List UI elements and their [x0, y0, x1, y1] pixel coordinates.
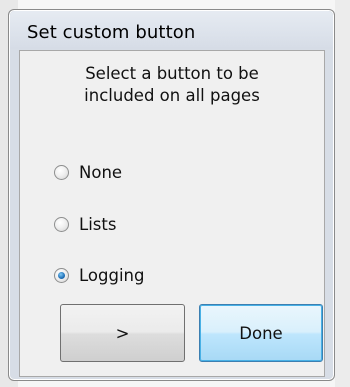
- instruction-line-2: included on all pages: [84, 86, 260, 105]
- set-custom-button-dialog: Set custom button Select a button to be …: [8, 9, 335, 381]
- option-none-label: None: [79, 162, 123, 182]
- option-logging[interactable]: Logging: [54, 263, 144, 287]
- instruction-line-1: Select a button to be: [85, 64, 259, 83]
- dialog-client-area: Select a button to be included on all pa…: [19, 50, 325, 377]
- radio-lists[interactable]: [54, 216, 69, 232]
- option-lists[interactable]: Lists: [54, 212, 116, 236]
- dialog-title: Set custom button: [27, 22, 196, 43]
- radio-none[interactable]: [54, 164, 69, 180]
- dialog-titlebar[interactable]: Set custom button: [10, 11, 333, 49]
- radio-logging[interactable]: [54, 267, 69, 283]
- screen: Set custom button Select a button to be …: [0, 0, 350, 387]
- instruction-text: Select a button to be included on all pa…: [20, 63, 324, 107]
- done-button[interactable]: Done: [199, 304, 323, 362]
- next-button[interactable]: >: [60, 304, 185, 362]
- option-logging-label: Logging: [79, 265, 145, 285]
- option-lists-label: Lists: [79, 214, 117, 234]
- option-none[interactable]: None: [54, 160, 122, 184]
